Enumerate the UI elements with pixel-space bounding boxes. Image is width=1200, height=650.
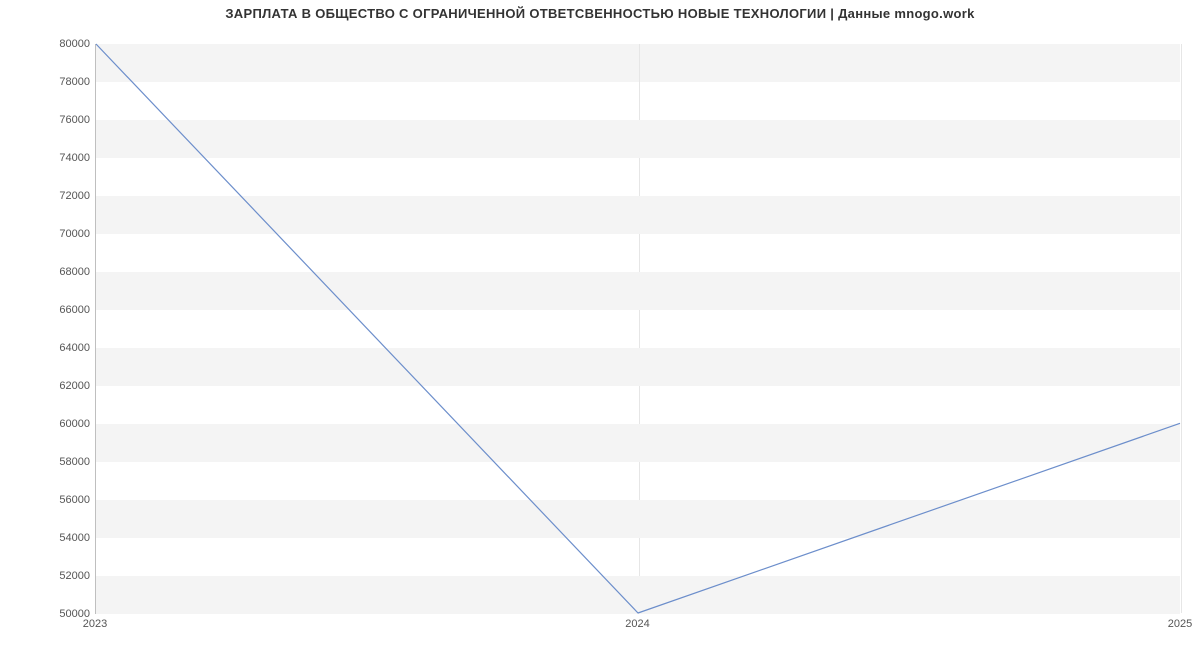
- vertical-gridline: [1181, 44, 1182, 613]
- y-axis-tick-label: 52000: [50, 570, 90, 582]
- y-axis-tick-label: 62000: [50, 380, 90, 392]
- y-axis-tick-label: 66000: [50, 304, 90, 316]
- salary-line: [96, 44, 1180, 613]
- y-axis-tick-label: 74000: [50, 152, 90, 164]
- x-axis-tick-label: 2023: [83, 618, 107, 630]
- y-axis-tick-label: 60000: [50, 418, 90, 430]
- chart-container: ЗАРПЛАТА В ОБЩЕСТВО С ОГРАНИЧЕННОЙ ОТВЕТ…: [0, 0, 1200, 650]
- x-axis-tick-label: 2025: [1168, 618, 1192, 630]
- x-axis-tick-label: 2024: [625, 618, 649, 630]
- y-axis-tick-label: 70000: [50, 228, 90, 240]
- y-axis-tick-label: 68000: [50, 266, 90, 278]
- y-axis-tick-label: 64000: [50, 342, 90, 354]
- y-axis-tick-label: 58000: [50, 456, 90, 468]
- line-series: [96, 44, 1180, 613]
- y-axis-tick-label: 56000: [50, 494, 90, 506]
- y-axis-tick-label: 76000: [50, 114, 90, 126]
- y-axis-tick-label: 80000: [50, 38, 90, 50]
- y-axis-tick-label: 54000: [50, 532, 90, 544]
- chart-title: ЗАРПЛАТА В ОБЩЕСТВО С ОГРАНИЧЕННОЙ ОТВЕТ…: [0, 6, 1200, 21]
- y-axis-tick-label: 72000: [50, 190, 90, 202]
- y-axis-tick-label: 78000: [50, 76, 90, 88]
- plot-area: [95, 44, 1180, 614]
